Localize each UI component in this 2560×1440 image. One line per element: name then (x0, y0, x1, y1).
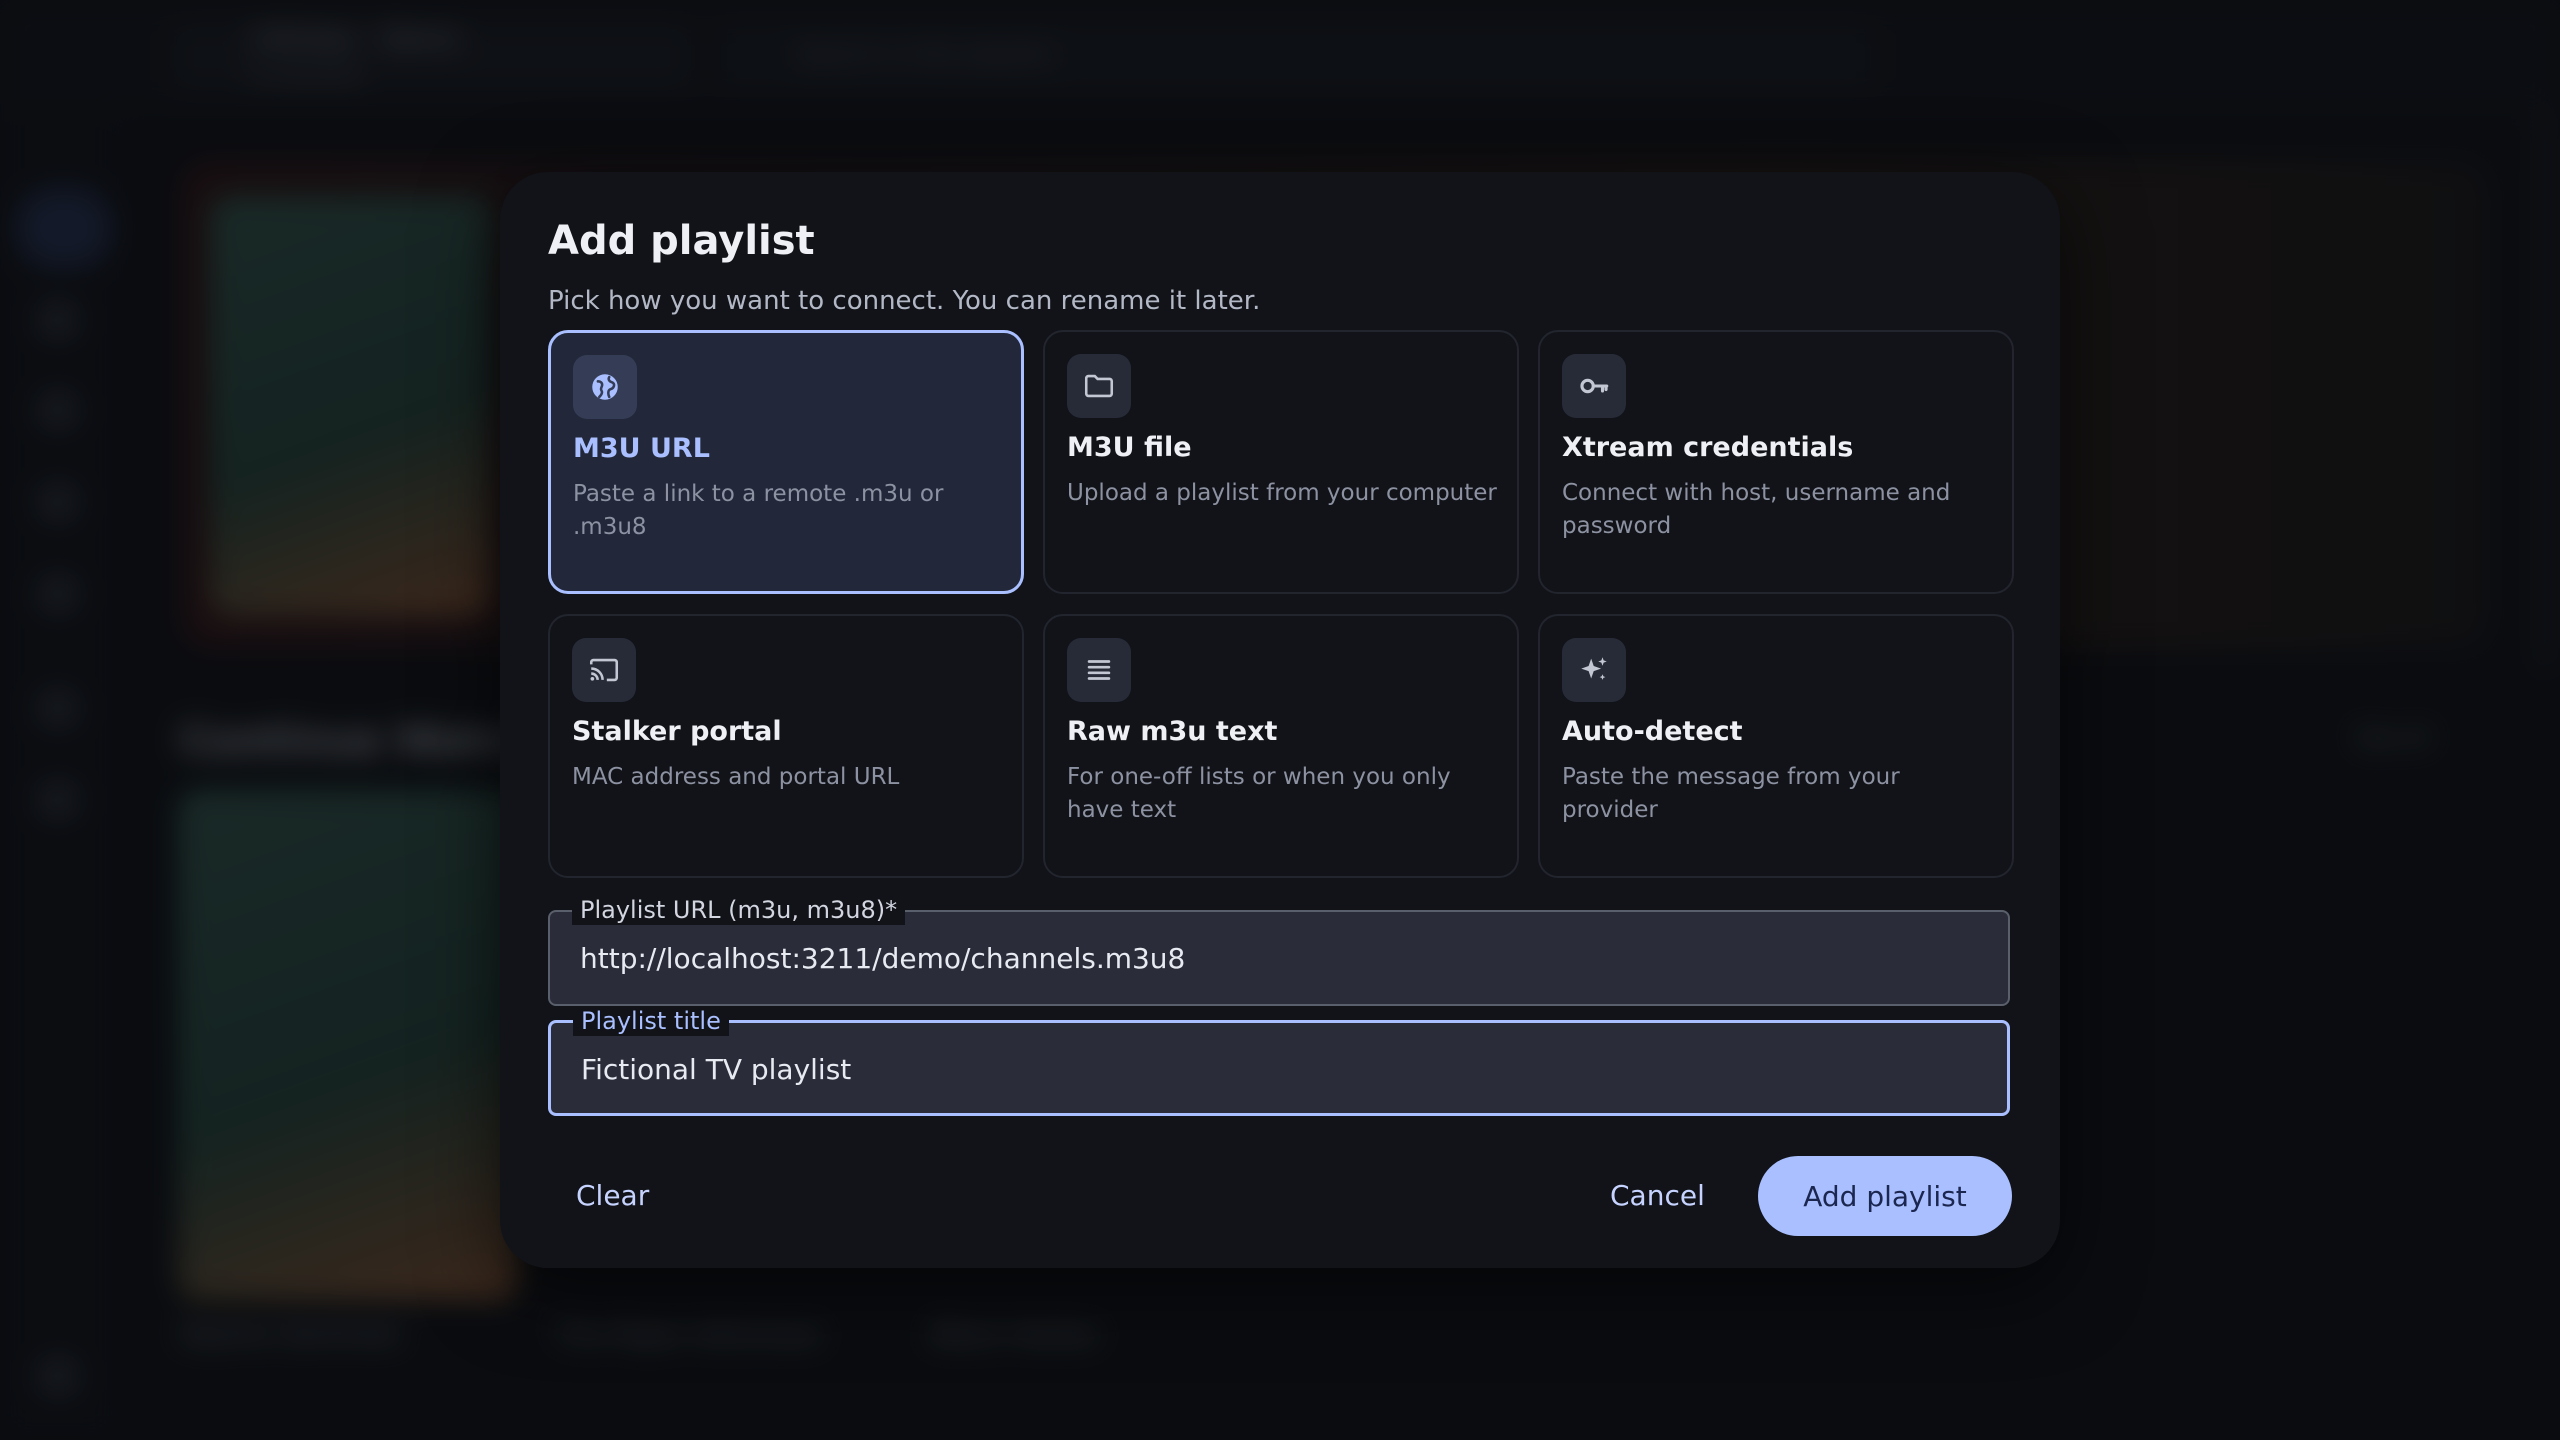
globe-icon (573, 355, 637, 419)
clear-button[interactable]: Clear (576, 1156, 649, 1236)
option-stalker-portal[interactable]: Stalker portal MAC address and portal UR… (548, 614, 1024, 878)
option-description: Upload a playlist from your computer (1067, 480, 1497, 506)
add-playlist-dialog: Add playlist Pick how you want to connec… (500, 172, 2060, 1268)
option-m3u-file[interactable]: M3U file Upload a playlist from your com… (1043, 330, 1519, 594)
dialog-title: Add playlist (548, 218, 815, 264)
option-xtream-credentials[interactable]: Xtream credentials Connect with host, us… (1538, 330, 2014, 594)
option-title: Auto-detect (1562, 716, 1743, 747)
option-auto-detect[interactable]: Auto-detect Paste the message from your … (1538, 614, 2014, 878)
option-m3u-url[interactable]: M3U URL Paste a link to a remote .m3u or… (548, 330, 1024, 594)
sparkle-icon (1562, 638, 1626, 702)
option-title: Xtream credentials (1562, 432, 1854, 463)
playlist-url-field: Playlist URL (m3u, m3u8)* (548, 895, 2010, 1006)
playlist-title-input[interactable] (581, 1023, 1981, 1115)
dialog-subtitle: Pick how you want to connect. You can re… (548, 286, 1261, 316)
playlist-title-field: Playlist title (548, 1006, 2010, 1116)
option-description: For one-off lists or when you only have … (1067, 764, 1451, 823)
folder-icon (1067, 354, 1131, 418)
option-title: Stalker portal (572, 716, 782, 747)
cancel-button[interactable]: Cancel (1610, 1156, 1705, 1236)
option-raw-m3u-text[interactable]: Raw m3u text For one-off lists or when y… (1043, 614, 1519, 878)
option-description: Paste the message from your provider (1562, 764, 1900, 823)
option-title: M3U file (1067, 432, 1192, 463)
playlist-url-input[interactable] (580, 912, 1980, 1004)
key-icon (1562, 354, 1626, 418)
option-description: Paste a link to a remote .m3u or .m3u8 (573, 481, 944, 540)
text-lines-icon (1067, 638, 1131, 702)
option-title: Raw m3u text (1067, 716, 1278, 747)
option-description: Connect with host, username and password (1562, 480, 1951, 539)
add-playlist-button[interactable]: Add playlist (1758, 1156, 2012, 1236)
cast-icon (572, 638, 636, 702)
option-description: MAC address and portal URL (572, 764, 900, 790)
option-title: M3U URL (573, 433, 710, 464)
